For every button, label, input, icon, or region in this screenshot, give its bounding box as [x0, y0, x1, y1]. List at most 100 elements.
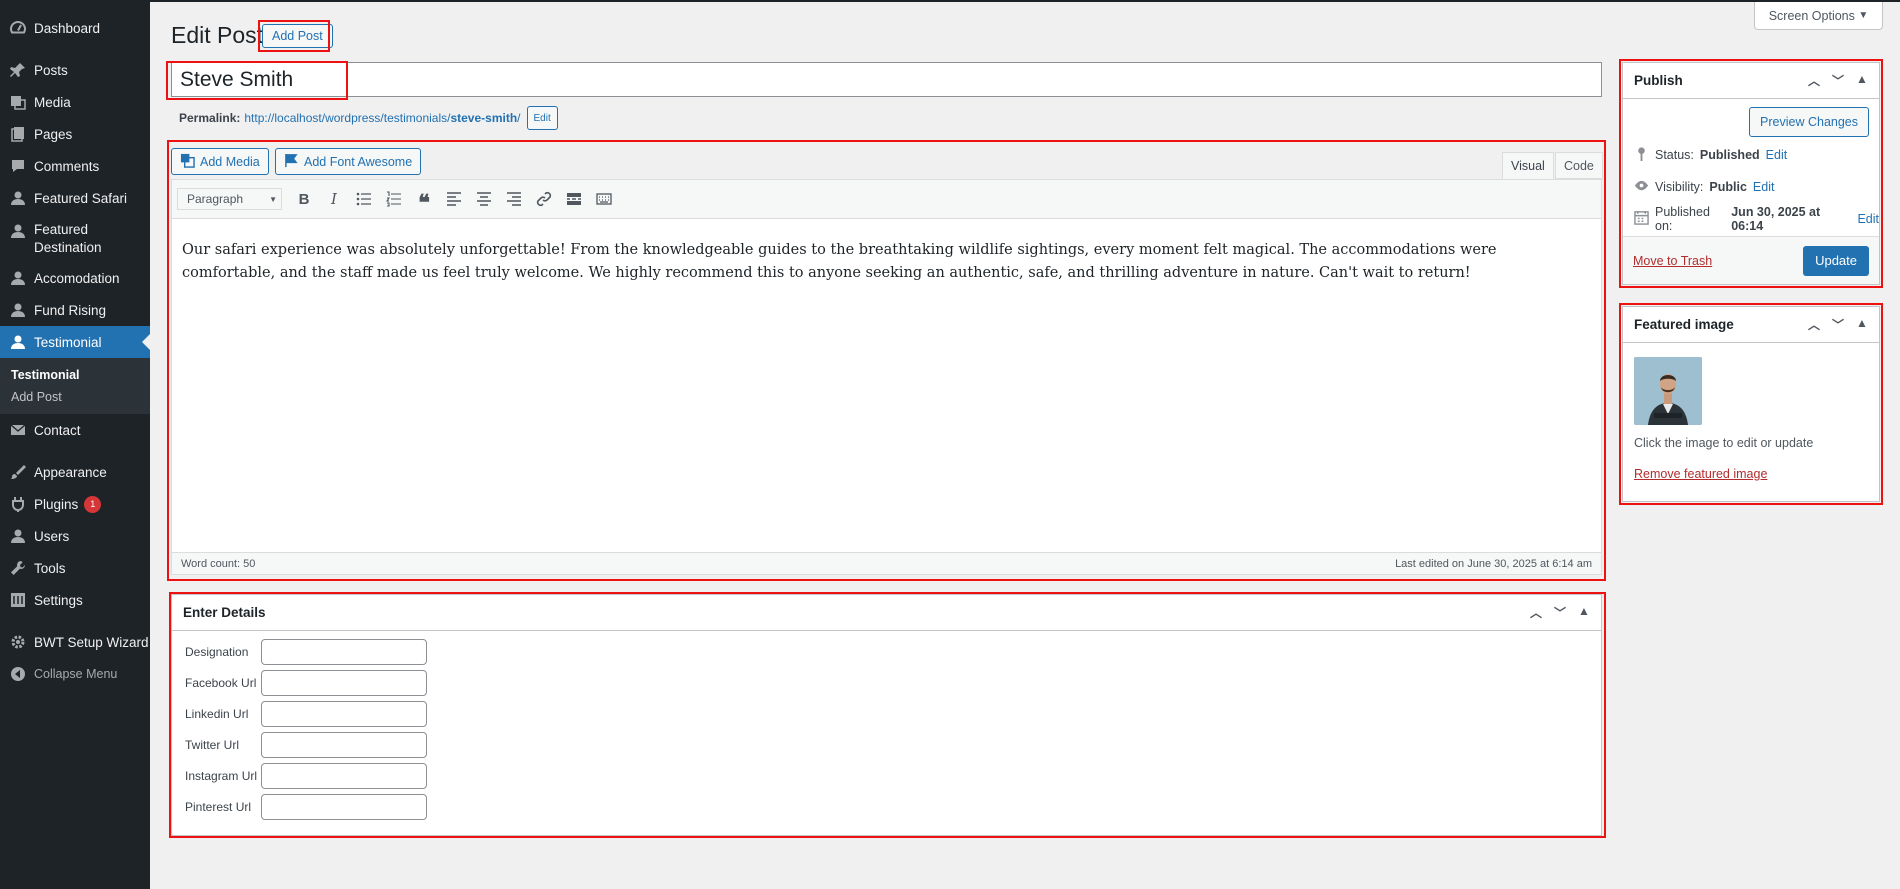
sidebar-item-bwt-setup-wizard[interactable]: BWT Setup Wizard	[0, 626, 150, 658]
permalink-label: Permalink:	[179, 111, 241, 125]
tab-visual[interactable]: Visual	[1502, 152, 1554, 179]
featured-image-thumbnail[interactable]	[1634, 357, 1702, 425]
italic-button[interactable]: I	[319, 185, 349, 213]
sidebar-item-label: Dashboard	[34, 20, 101, 36]
visibility-edit-link[interactable]: Edit	[1753, 180, 1775, 194]
add-media-button[interactable]: Add Media	[171, 148, 269, 175]
calendar-icon	[1634, 210, 1649, 228]
pinterest-label: Pinterest Url	[185, 799, 252, 814]
sidebar-item-accomodation[interactable]: Accomodation	[0, 262, 150, 294]
pinterest-url-input[interactable]	[261, 793, 427, 820]
insert-link-button[interactable]	[529, 185, 559, 213]
admin-bar	[0, 0, 1900, 2]
facebook-url-input[interactable]	[261, 669, 427, 696]
published-label: Published on:	[1655, 205, 1710, 233]
designation-input[interactable]	[261, 638, 427, 665]
enter-details-header: Enter Details ︿ ﹀ ▲	[172, 595, 1601, 631]
box-controls: ︿ ﹀ ▲	[1803, 316, 1879, 333]
instagram-url-input[interactable]	[261, 762, 427, 789]
move-down-icon[interactable]: ﹀	[1549, 604, 1571, 621]
sidebar-item-comments[interactable]: Comments	[0, 150, 150, 182]
blockquote-button[interactable]: ❝	[409, 185, 439, 214]
sidebar-item-contact[interactable]: Contact	[0, 414, 150, 446]
permalink-edit-button[interactable]: Edit	[526, 106, 558, 130]
users-icon	[9, 528, 26, 545]
permalink-slug: steve-smith	[450, 111, 518, 125]
sidebar-item-label: Media	[34, 94, 71, 110]
preview-changes-button[interactable]: Preview Changes	[1749, 107, 1869, 137]
sidebar-item-plugins[interactable]: Plugins 1	[0, 488, 150, 520]
visibility-value: Public	[1709, 180, 1747, 194]
word-count: Word count: 50	[181, 557, 256, 570]
editor-content[interactable]: Our safari experience was absolutely unf…	[172, 219, 1601, 539]
align-center-button[interactable]	[469, 185, 499, 213]
sidebar-item-pages[interactable]: Pages	[0, 118, 150, 150]
visibility-row: Visibility: Public Edit	[1623, 171, 1879, 203]
brush-icon	[9, 464, 26, 481]
bullet-list-button[interactable]	[349, 185, 379, 213]
move-to-trash-link[interactable]: Move to Trash	[1633, 254, 1712, 268]
sidebar-item-fund-rising[interactable]: Fund Rising	[0, 294, 150, 326]
sidebar-item-settings[interactable]: Settings	[0, 584, 150, 616]
user-icon	[9, 222, 26, 239]
add-media-label: Add Media	[200, 154, 260, 169]
sidebar-item-dashboard[interactable]: Dashboard	[0, 12, 150, 44]
sidebar-item-featured-safari[interactable]: Featured Safari	[0, 182, 150, 214]
sidebar-item-featured-destination[interactable]: Featured Destination	[0, 214, 150, 262]
settings-icon	[9, 592, 26, 609]
move-down-icon[interactable]: ﹀	[1827, 72, 1849, 89]
move-up-icon[interactable]: ︿	[1803, 72, 1825, 89]
tab-code[interactable]: Code	[1555, 152, 1603, 179]
toolbar-toggle-button[interactable]	[589, 185, 619, 213]
move-up-icon[interactable]: ︿	[1525, 604, 1547, 621]
screen-options-button[interactable]: Screen Options ▼	[1754, 2, 1883, 30]
sidebar-item-label: Users	[34, 528, 70, 544]
permalink-end: /	[517, 111, 521, 125]
format-select[interactable]: Paragraph ▼	[177, 188, 282, 210]
sidebar-item-testimonial[interactable]: Testimonial	[0, 326, 150, 358]
linkedin-url-input[interactable]	[261, 700, 427, 727]
admin-sidebar: Dashboard Posts Media Pages Comments Fea…	[0, 0, 150, 889]
bold-button[interactable]: B	[289, 185, 319, 213]
published-edit-link[interactable]: Edit	[1857, 212, 1879, 226]
collapse-menu-button[interactable]: Collapse Menu	[0, 658, 150, 690]
sidebar-item-appearance[interactable]: Appearance	[0, 456, 150, 488]
add-post-button[interactable]: Add Post	[262, 24, 333, 48]
move-down-icon[interactable]: ﹀	[1827, 316, 1849, 333]
permalink-link[interactable]: http://localhost/wordpress/testimonials/…	[244, 111, 520, 125]
align-right-button[interactable]	[499, 185, 529, 213]
sidebar-item-tools[interactable]: Tools	[0, 552, 150, 584]
wrench-icon	[9, 560, 26, 577]
pin-icon	[1634, 146, 1649, 164]
add-font-awesome-button[interactable]: Add Font Awesome	[275, 148, 422, 175]
submenu-item-testimonial[interactable]: Testimonial	[0, 364, 150, 386]
submenu-item-add-post[interactable]: Add Post	[0, 386, 150, 408]
numbered-list-button[interactable]	[379, 185, 409, 213]
toggle-panel-icon[interactable]: ▲	[1851, 316, 1873, 333]
twitter-label: Twitter Url	[185, 737, 239, 752]
update-button[interactable]: Update	[1803, 245, 1869, 276]
plugin-icon	[9, 496, 26, 513]
align-left-button[interactable]	[439, 185, 469, 213]
post-title-input[interactable]	[171, 62, 1602, 97]
italic-icon: I	[331, 190, 337, 208]
box-controls: ︿ ﹀ ▲	[1525, 604, 1601, 621]
mail-icon	[9, 422, 26, 439]
sidebar-item-posts[interactable]: Posts	[0, 54, 150, 86]
remove-featured-image-link[interactable]: Remove featured image	[1634, 467, 1767, 481]
toggle-panel-icon[interactable]: ▲	[1851, 72, 1873, 89]
move-up-icon[interactable]: ︿	[1803, 316, 1825, 333]
status-edit-link[interactable]: Edit	[1766, 148, 1788, 162]
featured-image-hint: Click the image to edit or update	[1634, 436, 1814, 450]
sidebar-item-media[interactable]: Media	[0, 86, 150, 118]
instagram-label: Instagram Url	[185, 768, 258, 783]
sidebar-item-users[interactable]: Users	[0, 520, 150, 552]
page-title: Edit Post	[171, 22, 264, 48]
twitter-url-input[interactable]	[261, 731, 427, 758]
read-more-button[interactable]	[559, 185, 589, 213]
toggle-panel-icon[interactable]: ▲	[1573, 604, 1595, 621]
flag-icon	[284, 153, 299, 171]
read-more-icon	[567, 193, 581, 205]
sidebar-item-label: Fund Rising	[34, 302, 107, 318]
linkedin-row: Linkedin Url	[172, 698, 1601, 729]
